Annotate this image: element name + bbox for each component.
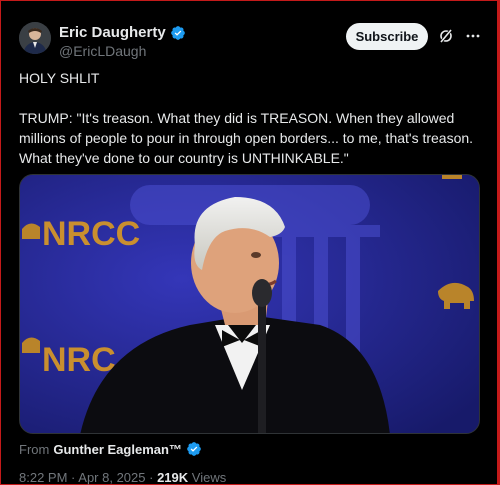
tweet-meta: 8:22 PM · Apr 8, 2025 · 219K Views	[19, 470, 226, 485]
avatar[interactable]	[19, 22, 51, 54]
more-icon[interactable]	[465, 28, 481, 44]
author-name-row[interactable]: Eric Daugherty	[59, 24, 186, 41]
verified-badge-icon	[187, 442, 201, 456]
verified-badge-icon	[170, 25, 185, 40]
tweet-line-2: TRUMP: "It's treason. What they did is T…	[19, 110, 474, 166]
tweet-date[interactable]: Apr 8, 2025	[78, 470, 145, 485]
author-name[interactable]: Eric Daugherty	[59, 24, 166, 41]
from-source[interactable]: Gunther Eagleman™	[53, 442, 182, 457]
views-label: Views	[191, 470, 227, 485]
tweet-header: Eric Daugherty @EricLDaugh Subscribe	[19, 22, 481, 62]
tweet-time[interactable]: 8:22 PM	[19, 470, 67, 485]
banner-text-1: NRCC	[42, 215, 140, 253]
tweet-line-1: HOLY SHLIT	[19, 70, 100, 86]
author-handle[interactable]: @EricLDaugh	[59, 43, 146, 59]
video-media[interactable]: NRCC NRC	[19, 174, 480, 434]
meta-separator: ·	[149, 470, 158, 485]
tweet-text: HOLY SHLIT TRUMP: "It's treason. What th…	[19, 68, 479, 188]
from-attribution: From Gunther Eagleman™	[19, 441, 202, 457]
views-count: 219K	[157, 470, 189, 485]
grok-icon[interactable]	[438, 28, 454, 44]
banner-text-2: NRC	[42, 341, 116, 379]
video-frame-image: NRCC NRC	[20, 175, 479, 433]
subscribe-button[interactable]: Subscribe	[346, 23, 428, 50]
from-prefix: From	[19, 441, 50, 457]
